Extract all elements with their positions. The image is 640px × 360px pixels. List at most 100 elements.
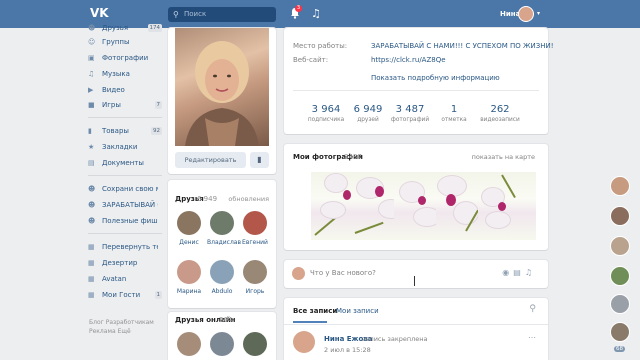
sidebar-item-video[interactable]: ▶ Видео (84, 84, 164, 96)
group-icon: ☻ (88, 201, 96, 209)
sidebar-item-music[interactable]: ♫ Музыка (84, 68, 164, 80)
profile-photo[interactable] (175, 28, 269, 146)
group-icon: ☻ (88, 217, 96, 225)
online-friends-count: 264 (219, 316, 233, 324)
avatar (210, 211, 234, 235)
group-icon: ☻ (88, 185, 96, 193)
friend-item[interactable]: Денис (174, 211, 204, 257)
avatar (210, 260, 234, 284)
sidebar-divider (88, 117, 162, 118)
chevron-down-icon[interactable]: ▾ (537, 10, 540, 17)
new-post-input[interactable]: Что у Вас нового? (310, 269, 376, 277)
app-icon: ▦ (88, 243, 95, 251)
camera-icon[interactable]: ◉ (502, 268, 513, 277)
avatar (243, 211, 267, 235)
music-icon[interactable]: ♫ (311, 7, 321, 20)
groups-icon: ☺ (88, 38, 96, 46)
edit-profile-button[interactable]: Редактировать (175, 152, 246, 168)
online-count-badge[interactable]: 68 (614, 346, 625, 352)
search-input[interactable]: ⚲ Поиск (168, 7, 276, 22)
video-icon: ▶ (88, 86, 94, 94)
user-avatar[interactable] (518, 6, 534, 22)
friend-item[interactable]: Игорь (240, 260, 270, 306)
my-photos-card: Мои фотографии 3487 показать на карте (284, 144, 548, 250)
sidebar-divider (88, 175, 162, 176)
games-icon: ■ (88, 101, 95, 109)
photos-icon: ▣ (88, 54, 95, 62)
show-on-map-link[interactable]: показать на карте (472, 153, 535, 161)
sidebar-item-goods[interactable]: ▮ Товары 92 (84, 125, 164, 137)
avatar[interactable] (610, 236, 630, 256)
avatar[interactable] (610, 206, 630, 226)
friend-item[interactable]: Abdulo (207, 260, 237, 306)
tab-all-posts[interactable]: Все записи (293, 307, 337, 315)
bookmarks-icon: ★ (88, 143, 95, 151)
sidebar-item-friends[interactable]: ☻ Друзья 174 (84, 22, 164, 34)
sidebar-item-games[interactable]: ■ Игры 7 (84, 99, 164, 111)
sidebar-item-photos[interactable]: ▣ Фотографии (84, 52, 164, 64)
sidebar-item-group-2[interactable]: ☻ ЗАРАБАТЫВАЙ С Н... (84, 199, 164, 211)
search-icon: ⚲ (173, 10, 179, 19)
goods-icon: ▮ (88, 127, 92, 135)
avatar[interactable] (210, 332, 234, 356)
friend-item[interactable]: Марина (174, 260, 204, 306)
avatar[interactable] (293, 331, 315, 353)
search-placeholder: Поиск (184, 10, 207, 18)
sidebar-item-app-1[interactable]: ▦ Перевернуть текст (84, 241, 164, 253)
profile-photo-card: Редактировать ▮ (168, 28, 276, 174)
footer-links: Блог Разработчикам Реклама Ещё (89, 318, 165, 336)
search-icon[interactable]: ⚲ (529, 304, 536, 314)
friend-item[interactable]: Евгений (240, 211, 270, 257)
avatar[interactable] (610, 322, 630, 342)
sidebar-item-app-3[interactable]: ▦ Avatan (84, 273, 164, 285)
sidebar-item-bookmarks[interactable]: ★ Закладки (84, 141, 164, 153)
stats-icon[interactable]: ▮ (250, 152, 269, 168)
sidebar-item-documents[interactable]: ▤ Документы (84, 157, 164, 169)
sidebar-item-app-4[interactable]: ▦ Мои Гости 1 (84, 289, 164, 301)
footer-link-more[interactable]: Ещё (118, 328, 131, 335)
app-icon: ▦ (88, 275, 95, 283)
music-icon[interactable]: ♫ (525, 268, 536, 277)
tab-underline (293, 321, 327, 323)
sidebar-divider (88, 233, 162, 234)
stat-tags[interactable]: 1 отметка (429, 104, 479, 123)
avatar (292, 267, 305, 280)
photo-thumbnail[interactable] (478, 172, 536, 240)
post-date[interactable]: 2 июл в 15:28 (324, 346, 371, 354)
avatar[interactable] (610, 266, 630, 286)
footer-link-blog[interactable]: Блог (89, 319, 104, 326)
friends-updates-link[interactable]: обновления (228, 195, 269, 203)
text-cursor (414, 276, 420, 286)
video-icon[interactable]: ▤ (513, 268, 525, 277)
avatar[interactable] (243, 332, 267, 356)
music-icon: ♫ (88, 70, 95, 78)
app-icon: ▦ (88, 259, 95, 267)
tab-my-posts[interactable]: Мои записи (336, 307, 379, 315)
avatar[interactable] (610, 294, 630, 314)
notifications-badge: 3 (295, 5, 302, 12)
avatar (177, 260, 201, 284)
friend-item[interactable]: Владислав (207, 211, 241, 257)
documents-icon: ▤ (88, 159, 95, 167)
footer-link-dev[interactable]: Разработчикам (106, 319, 154, 326)
show-more-link[interactable]: Показать подробную информацию (371, 74, 500, 82)
sidebar-item-group-3[interactable]: ☻ Полезные фишки... (84, 215, 164, 227)
work-value[interactable]: ЗАРАБАТЫВАЙ С НАМИ!!! С УСПЕХОМ ПО ЖИЗНИ… (371, 42, 554, 50)
stat-videos[interactable]: 262 видеозаписи (475, 104, 525, 123)
online-friends-block: Друзья онлайн 264 (168, 312, 276, 360)
stat-photos[interactable]: 3 487 фотографий (385, 104, 435, 123)
sidebar-item-group-1[interactable]: ☻ Сохрани свою мо... (84, 183, 164, 195)
work-label: Место работы: (293, 42, 348, 50)
site-label: Веб-сайт: (293, 56, 329, 64)
divider (284, 324, 548, 325)
footer-link-ads[interactable]: Реклама (89, 328, 116, 335)
attach-tools: ◉▤♫ (502, 268, 536, 277)
sidebar-item-app-2[interactable]: ▦ Дезертир (84, 257, 164, 269)
vk-logo[interactable]: VK (90, 6, 109, 22)
friends-block: Друзья 6 949 обновления Денис Владислав … (168, 180, 276, 308)
more-icon[interactable]: ⋯ (528, 333, 536, 342)
avatar[interactable] (177, 332, 201, 356)
avatar[interactable] (610, 176, 630, 196)
sidebar-item-groups[interactable]: ☺ Группы (84, 36, 164, 48)
site-link[interactable]: https://clck.ru/AZ8Qe (371, 56, 446, 64)
